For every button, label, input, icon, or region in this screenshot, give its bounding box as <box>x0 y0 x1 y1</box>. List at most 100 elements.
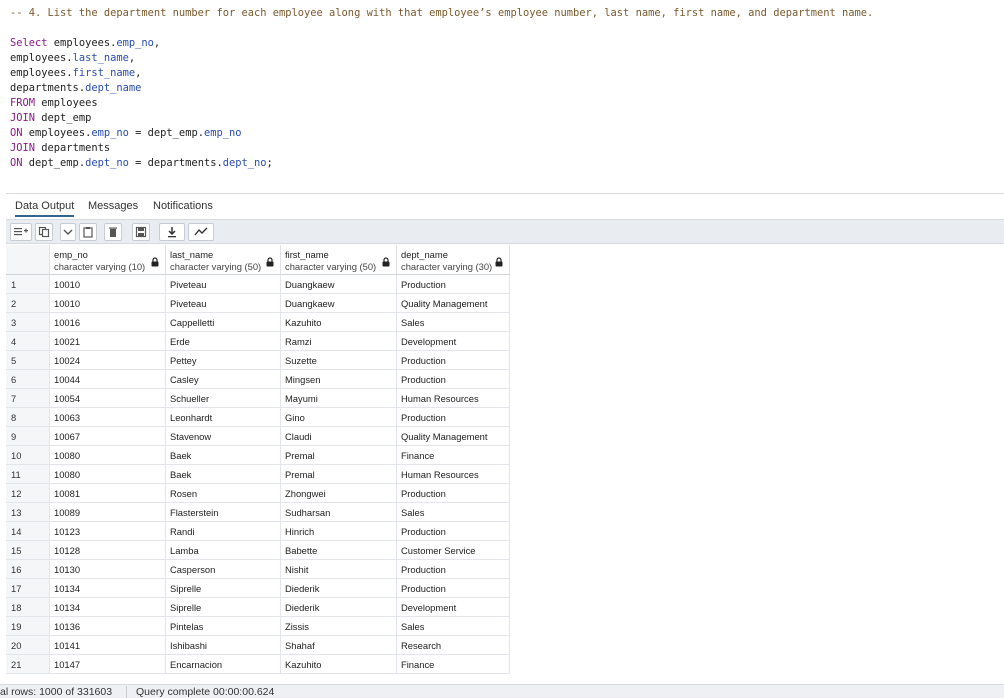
table-cell[interactable]: Kazuhito <box>281 313 397 332</box>
table-cell[interactable]: Siprelle <box>166 598 281 617</box>
code-line[interactable]: Select employees.emp_no, <box>10 36 160 51</box>
table-row[interactable]: 12 10081 Rosen Zhongwei Production <box>6 484 510 503</box>
table-cell[interactable]: Duangkaew <box>281 294 397 313</box>
table-row[interactable]: 18 10134 Siprelle Diederik Development <box>6 598 510 617</box>
table-cell[interactable]: Zissis <box>281 617 397 636</box>
table-row[interactable]: 17 10134 Siprelle Diederik Production <box>6 579 510 598</box>
table-cell[interactable]: 10021 <box>50 332 166 351</box>
table-cell[interactable]: Ishibashi <box>166 636 281 655</box>
row-number[interactable]: 8 <box>6 408 50 427</box>
table-cell[interactable]: Quality Management <box>397 294 510 313</box>
row-number[interactable]: 17 <box>6 579 50 598</box>
row-number[interactable]: 4 <box>6 332 50 351</box>
table-cell[interactable]: Babette <box>281 541 397 560</box>
table-cell[interactable]: Premal <box>281 446 397 465</box>
table-cell[interactable]: 10067 <box>50 427 166 446</box>
row-number[interactable]: 15 <box>6 541 50 560</box>
table-cell[interactable]: Sales <box>397 313 510 332</box>
table-cell[interactable]: Development <box>397 332 510 351</box>
table-cell[interactable]: Erde <box>166 332 281 351</box>
table-cell[interactable]: Research <box>397 636 510 655</box>
table-cell[interactable]: Premal <box>281 465 397 484</box>
row-number[interactable]: 7 <box>6 389 50 408</box>
table-cell[interactable]: 10080 <box>50 465 166 484</box>
table-cell[interactable]: Finance <box>397 655 510 674</box>
table-cell[interactable]: 10044 <box>50 370 166 389</box>
row-number[interactable]: 3 <box>6 313 50 332</box>
row-number[interactable]: 20 <box>6 636 50 655</box>
table-cell[interactable]: Zhongwei <box>281 484 397 503</box>
table-cell[interactable]: Production <box>397 275 510 294</box>
table-cell[interactable]: Encarnacion <box>166 655 281 674</box>
column-header-last-name[interactable]: last_name character varying (50) <box>166 245 281 275</box>
table-cell[interactable]: Production <box>397 351 510 370</box>
tab-notifications[interactable]: Notifications <box>153 199 213 217</box>
row-number[interactable]: 19 <box>6 617 50 636</box>
column-header-first-name[interactable]: first_name character varying (50) <box>281 245 397 275</box>
table-row[interactable]: 1 10010 Piveteau Duangkaew Production <box>6 275 510 294</box>
table-cell[interactable]: Schueller <box>166 389 281 408</box>
table-cell[interactable]: 10010 <box>50 294 166 313</box>
table-cell[interactable]: 10016 <box>50 313 166 332</box>
table-cell[interactable]: 10134 <box>50 579 166 598</box>
table-cell[interactable]: Diederik <box>281 579 397 598</box>
table-cell[interactable]: 10024 <box>50 351 166 370</box>
code-line[interactable]: FROM employees <box>10 96 98 111</box>
row-number[interactable]: 5 <box>6 351 50 370</box>
table-cell[interactable]: Hinrich <box>281 522 397 541</box>
code-line[interactable]: -- 4. List the department number for eac… <box>10 6 873 21</box>
table-cell[interactable]: 10134 <box>50 598 166 617</box>
tab-data-output[interactable]: Data Output <box>15 199 75 217</box>
table-row[interactable]: 2 10010 Piveteau Duangkaew Quality Managemen… <box>6 294 510 313</box>
table-cell[interactable]: Sales <box>397 503 510 522</box>
table-cell[interactable]: 10081 <box>50 484 166 503</box>
table-row[interactable]: 8 10063 Leonhardt Gino Production <box>6 408 510 427</box>
table-row[interactable]: 13 10089 Flasterstein Sudharsan Sales <box>6 503 510 522</box>
row-number[interactable]: 6 <box>6 370 50 389</box>
table-cell[interactable]: Sales <box>397 617 510 636</box>
row-number[interactable]: 10 <box>6 446 50 465</box>
table-cell[interactable]: Diederik <box>281 598 397 617</box>
table-cell[interactable]: 10089 <box>50 503 166 522</box>
table-cell[interactable]: Leonhardt <box>166 408 281 427</box>
table-cell[interactable]: Nishit <box>281 560 397 579</box>
table-row[interactable]: 19 10136 Pintelas Zissis Sales <box>6 617 510 636</box>
table-row[interactable]: 7 10054 Schueller Mayumi Human Resources <box>6 389 510 408</box>
table-cell[interactable]: Finance <box>397 446 510 465</box>
table-cell[interactable]: Human Resources <box>397 389 510 408</box>
table-cell[interactable]: Sudharsan <box>281 503 397 522</box>
table-cell[interactable]: Lamba <box>166 541 281 560</box>
table-cell[interactable]: 10010 <box>50 275 166 294</box>
code-line[interactable]: JOIN departments <box>10 141 110 156</box>
code-line[interactable]: employees.first_name, <box>10 66 141 81</box>
table-row[interactable]: 10 10080 Baek Premal Finance <box>6 446 510 465</box>
table-row[interactable]: 9 10067 Stavenow Claudi Quality Management <box>6 427 510 446</box>
table-cell[interactable]: 10141 <box>50 636 166 655</box>
row-number[interactable]: 21 <box>6 655 50 674</box>
table-cell[interactable]: Development <box>397 598 510 617</box>
table-row[interactable]: 3 10016 Cappelletti Kazuhito Sales <box>6 313 510 332</box>
table-cell[interactable]: Siprelle <box>166 579 281 598</box>
code-line[interactable]: departments.dept_name <box>10 81 141 96</box>
table-cell[interactable]: Flasterstein <box>166 503 281 522</box>
row-number[interactable]: 13 <box>6 503 50 522</box>
table-cell[interactable]: 10080 <box>50 446 166 465</box>
dropdown-icon[interactable] <box>60 223 76 241</box>
table-cell[interactable]: Mingsen <box>281 370 397 389</box>
table-row[interactable]: 5 10024 Pettey Suzette Production <box>6 351 510 370</box>
table-cell[interactable]: Quality Management <box>397 427 510 446</box>
table-cell[interactable]: Shahaf <box>281 636 397 655</box>
sql-editor[interactable]: -- 4. List the department number for eac… <box>0 0 1004 192</box>
table-cell[interactable]: Production <box>397 408 510 427</box>
table-cell[interactable]: Duangkaew <box>281 275 397 294</box>
table-cell[interactable]: 10063 <box>50 408 166 427</box>
table-cell[interactable]: Cappelletti <box>166 313 281 332</box>
table-cell[interactable]: Production <box>397 522 510 541</box>
tab-messages[interactable]: Messages <box>88 199 138 217</box>
table-cell[interactable]: 10128 <box>50 541 166 560</box>
table-cell[interactable]: Production <box>397 370 510 389</box>
row-number[interactable]: 12 <box>6 484 50 503</box>
table-cell[interactable]: Pintelas <box>166 617 281 636</box>
table-cell[interactable]: Casperson <box>166 560 281 579</box>
table-cell[interactable]: Piveteau <box>166 275 281 294</box>
